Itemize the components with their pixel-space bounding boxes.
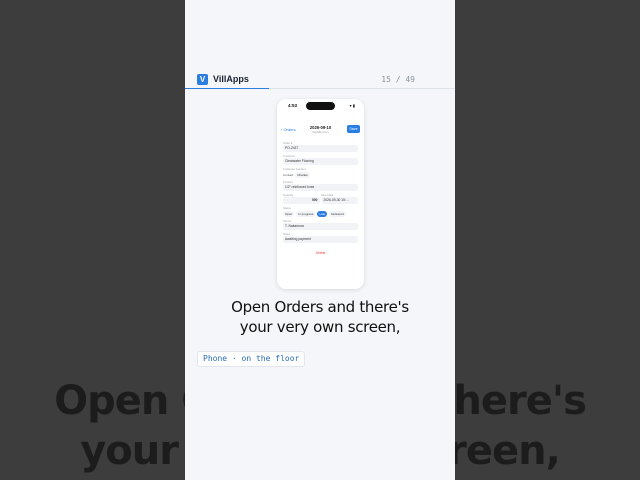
phone-time: 4:53 (288, 103, 298, 108)
context-tag: Phone · on the floor (197, 351, 306, 367)
product-field[interactable]: 1/2" reinforced hose (283, 184, 358, 191)
slide: V VillApps 15 / 49 4:53 ▾ ▮ ‹ Orders 202… (185, 0, 455, 480)
order-form: Order # PO-2437 Customer Clearwater Floo… (283, 139, 358, 255)
status-option-in-progress[interactable]: In progress (296, 210, 316, 217)
status-option-late[interactable]: Late (317, 210, 328, 217)
dynamic-island (306, 102, 335, 110)
phone-status-bar: 4:53 ▾ ▮ (277, 99, 364, 113)
customer-field[interactable]: Clearwater Flooring (283, 158, 358, 165)
phone-nav-bar: ‹ Orders 2026-09-10 Details form Save (277, 123, 364, 137)
caption: Open Orders and there's your very own sc… (185, 297, 455, 337)
quantity-field[interactable]: 500 (283, 197, 320, 204)
status-option-open[interactable]: Open (283, 210, 295, 217)
save-button[interactable]: Save (347, 125, 360, 133)
villapps-logo-icon: V (197, 74, 208, 85)
notes-field[interactable]: Awaiting payment (283, 236, 358, 243)
quantity-due-row: Quantity 500 Due Date 2026-09-30 15:... (283, 191, 358, 204)
signal-battery-icon: ▾ ▮ (349, 103, 355, 108)
slide-counter: 15 / 49 (381, 75, 415, 84)
brand-name: VillApps (213, 74, 249, 84)
contact-value[interactable]: Charles (295, 171, 310, 178)
phone-mockup: 4:53 ▾ ▮ ‹ Orders 2026-09-10 Details for… (277, 99, 364, 289)
progress-bar (185, 88, 455, 89)
owner-field[interactable]: T. Nakamura (283, 223, 358, 230)
delete-button[interactable]: Delete (283, 251, 358, 255)
contact-row: Contact Charles (283, 171, 358, 178)
due-date-field[interactable]: 2026-09-30 15:... (321, 197, 358, 204)
contact-prefix: Contact (283, 172, 294, 177)
caption-line2: your very own screen, (239, 318, 401, 336)
caption-line1: Open Orders and there's (231, 298, 409, 316)
progress-fill (185, 88, 269, 89)
status-option-delivered[interactable]: Delivered (329, 210, 346, 217)
status-segmented-control: Open In progress Late Delivered (283, 210, 358, 217)
order-number-field[interactable]: PO-2437 (283, 145, 358, 152)
